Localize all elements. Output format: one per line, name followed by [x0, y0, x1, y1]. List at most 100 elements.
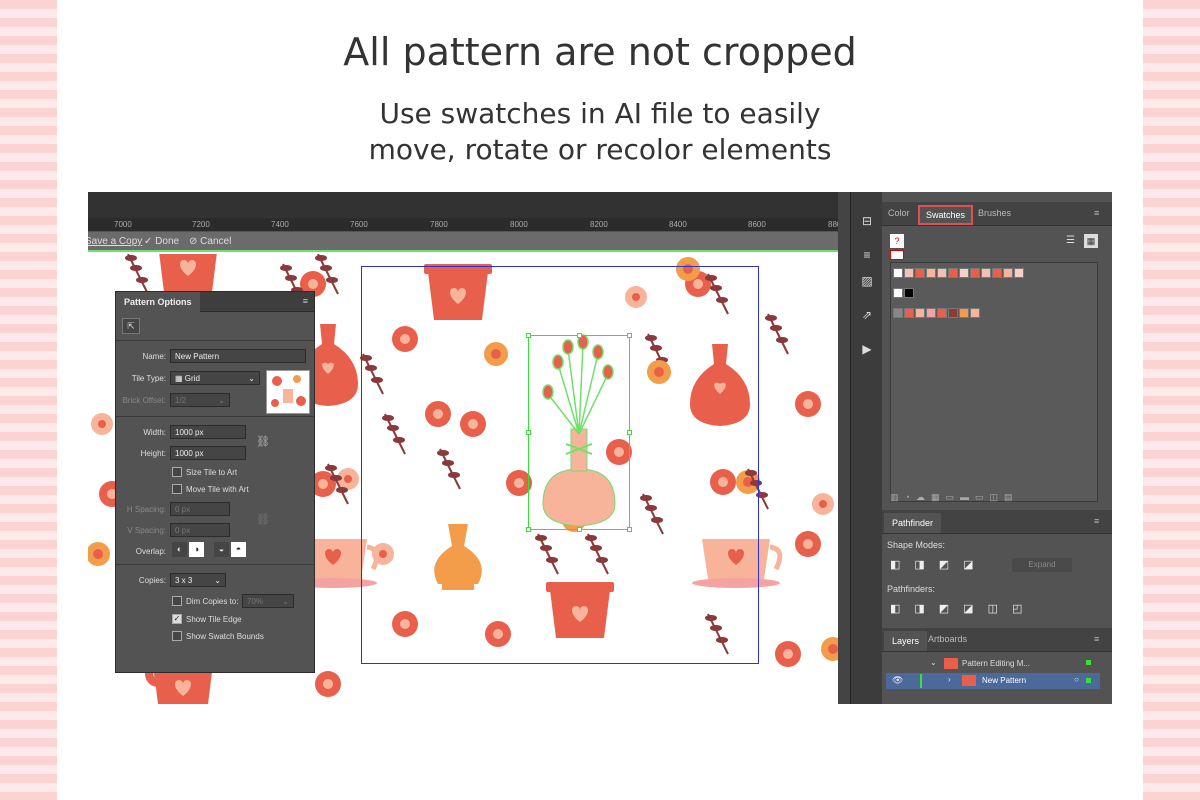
- dim-copies-select[interactable]: 70% ⌄: [242, 594, 294, 608]
- swatch[interactable]: [937, 308, 947, 318]
- overlap-top-icon[interactable]: ◒: [214, 542, 229, 557]
- layer-color-bar: [920, 674, 922, 688]
- name-field[interactable]: New Pattern: [170, 349, 306, 363]
- swatch[interactable]: [915, 308, 925, 318]
- height-label: Height:: [140, 449, 166, 458]
- swatch[interactable]: [948, 268, 958, 278]
- none-swatch-icon[interactable]: ?: [890, 234, 904, 248]
- artboard-canvas[interactable]: 7000 7200 7400 7600 7800 8000 8200 8400 …: [88, 192, 850, 704]
- page-title: All pattern are not cropped: [343, 30, 857, 74]
- tile-type-select[interactable]: ▦ Grid ⌄: [170, 371, 260, 385]
- chevron-right-icon[interactable]: ›: [948, 675, 951, 684]
- chevron-down-icon[interactable]: ⌄: [930, 658, 937, 667]
- width-field[interactable]: 1000 px: [170, 425, 246, 439]
- dim-copies-checkbox[interactable]: [172, 596, 182, 606]
- swatch[interactable]: [981, 268, 991, 278]
- panel-menu-icon[interactable]: ≡: [1094, 634, 1099, 644]
- link-spacing-icon[interactable]: ⛓: [256, 513, 270, 526]
- size-tile-checkbox[interactable]: [172, 467, 182, 477]
- panel-menu-icon[interactable]: ≡: [303, 296, 308, 306]
- swatch[interactable]: [915, 268, 925, 278]
- done-button[interactable]: ✓ Done: [144, 236, 179, 247]
- swatch[interactable]: [904, 308, 914, 318]
- selection-bounding-box[interactable]: [526, 333, 632, 532]
- swatch[interactable]: [948, 308, 958, 318]
- overlap-bottom-icon[interactable]: ◓: [231, 542, 246, 557]
- pathfinder-tabbar: Pathfinder ≡: [882, 510, 1112, 534]
- properties-icon[interactable]: ≡: [859, 248, 875, 262]
- height-field[interactable]: 1000 px: [170, 446, 246, 460]
- swatch[interactable]: [959, 268, 969, 278]
- right-panels: Color Swatches Brushes ≡ ? ☰ ▦ ▥◔☁▦▭▬▭◫▤…: [882, 192, 1112, 704]
- show-tile-edge-checkbox[interactable]: ✓: [172, 614, 182, 624]
- swatch[interactable]: [1003, 268, 1013, 278]
- swatch[interactable]: [959, 308, 969, 318]
- ruler-tick: 7200: [192, 220, 210, 229]
- layer-row-pattern-editing[interactable]: ⌄ Pattern Editing M...: [886, 656, 1100, 672]
- swatch[interactable]: [970, 268, 980, 278]
- export-icon[interactable]: ⇗: [859, 308, 875, 322]
- list-view-icon[interactable]: ☰: [1066, 235, 1075, 246]
- expand-button[interactable]: Expand: [1012, 558, 1072, 572]
- tab-color[interactable]: Color: [888, 208, 910, 218]
- overlap-label: Overlap:: [135, 547, 166, 556]
- h-spacing-field[interactable]: 0 px: [170, 502, 230, 516]
- swatch[interactable]: [926, 268, 936, 278]
- link-dimensions-icon[interactable]: ⛓: [256, 435, 270, 448]
- overlap-right-icon[interactable]: ◑: [189, 542, 204, 557]
- ruler-tick: 7800: [430, 220, 448, 229]
- tab-artboards[interactable]: Artboards: [928, 634, 967, 644]
- target-icon[interactable]: ○: [1074, 675, 1079, 684]
- swatch[interactable]: [893, 308, 903, 318]
- save-copy-button[interactable]: Save a Copy: [88, 236, 142, 247]
- swatch[interactable]: [904, 268, 914, 278]
- shape-mode-icons[interactable]: ◧◨◩◪: [890, 558, 988, 571]
- tile-tool-icon[interactable]: ⇱: [122, 318, 140, 334]
- overlap-left-icon[interactable]: ◐: [172, 542, 187, 557]
- illustrator-window: 7000 7200 7400 7600 7800 8000 8200 8400 …: [88, 192, 1112, 704]
- swatch[interactable]: [893, 288, 903, 298]
- actions-play-icon[interactable]: ▶: [859, 342, 875, 356]
- horizontal-ruler: 7000 7200 7400 7600 7800 8000 8200 8400 …: [88, 192, 850, 232]
- swatch[interactable]: [1014, 268, 1024, 278]
- swatch[interactable]: [970, 308, 980, 318]
- swatch[interactable]: [904, 288, 914, 298]
- panel-menu-icon[interactable]: ≡: [1094, 516, 1099, 526]
- panel-dock-strip: [838, 192, 850, 704]
- fill-stroke-icon[interactable]: [890, 250, 904, 260]
- ruler-tick: 7600: [350, 220, 368, 229]
- pattern-edit-bar: Save a Copy ✓ Done ⊘ Cancel: [88, 232, 838, 252]
- tile-type-label: Tile Type:: [131, 374, 166, 383]
- move-tile-checkbox[interactable]: [172, 484, 182, 494]
- swatch[interactable]: [937, 268, 947, 278]
- pattern-options-tab[interactable]: Pattern Options: [116, 292, 200, 312]
- gradient-icon[interactable]: ▨: [859, 274, 875, 288]
- swatch-row-palette: [893, 305, 1097, 323]
- layer-color-indicator: [1086, 660, 1091, 665]
- swatch-footer-icons[interactable]: ▥◔☁▦▭▬▭◫▤: [890, 492, 1018, 503]
- name-label: Name:: [142, 352, 166, 361]
- show-swatch-bounds-checkbox[interactable]: [172, 631, 182, 641]
- copies-select[interactable]: 3 x 3 ⌄: [170, 573, 226, 587]
- ruler-tick: 8200: [590, 220, 608, 229]
- h-spacing-label: H Spacing:: [126, 505, 166, 514]
- brick-offset-select[interactable]: 1/2 ⌄: [170, 393, 230, 407]
- width-label: Width:: [143, 428, 166, 437]
- swatch[interactable]: [893, 268, 903, 278]
- tab-brushes[interactable]: Brushes: [978, 208, 1011, 218]
- swatch[interactable]: [926, 308, 936, 318]
- v-spacing-field[interactable]: 0 px: [170, 523, 230, 537]
- eye-icon[interactable]: 👁: [892, 675, 903, 686]
- pathfinder-icons[interactable]: ◧◨◩◪◫◰: [890, 602, 1036, 615]
- grid-view-icon[interactable]: ▦: [1084, 234, 1098, 248]
- layer-color-indicator: [1086, 678, 1091, 683]
- tab-layers[interactable]: Layers: [884, 631, 928, 651]
- cancel-button[interactable]: ⊘ Cancel: [189, 236, 231, 247]
- tab-pathfinder[interactable]: Pathfinder: [884, 513, 942, 533]
- layer-thumbnail: [962, 675, 976, 686]
- align-icon[interactable]: ⊟: [859, 214, 875, 228]
- panel-menu-icon[interactable]: ≡: [1094, 208, 1099, 218]
- swatch[interactable]: [992, 268, 1002, 278]
- tab-swatches[interactable]: Swatches: [918, 205, 974, 225]
- layer-row-new-pattern[interactable]: 👁 › New Pattern ○: [886, 673, 1100, 689]
